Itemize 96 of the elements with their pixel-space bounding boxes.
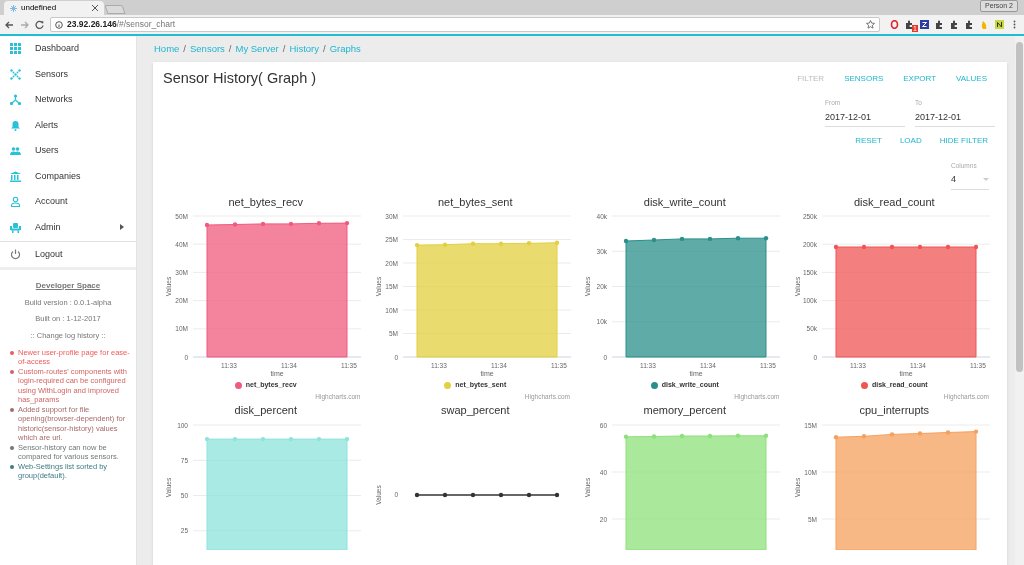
data-point bbox=[973, 428, 978, 434]
flame-icon bbox=[980, 20, 989, 29]
data-point bbox=[344, 220, 350, 225]
data-point bbox=[679, 236, 685, 241]
data-point bbox=[232, 221, 238, 227]
breadcrumb-separator: / bbox=[228, 41, 232, 56]
data-point bbox=[316, 220, 322, 225]
scrollbar[interactable] bbox=[1015, 36, 1024, 565]
chart-title: net_bytes_recv bbox=[227, 194, 305, 209]
chart-title: memory_percent bbox=[642, 402, 727, 417]
power-icon bbox=[10, 249, 21, 260]
address-bar[interactable]: 23.92.26.146/#/sensor_chart bbox=[50, 17, 880, 32]
data-point bbox=[679, 433, 685, 438]
sidebar-item[interactable]: Alerts bbox=[0, 112, 136, 138]
chart-title: disk_write_count bbox=[642, 194, 727, 209]
data-point bbox=[554, 240, 559, 245]
sidebar-item[interactable]: Companies bbox=[0, 163, 136, 189]
bank-icon bbox=[10, 170, 21, 182]
data-point bbox=[917, 430, 922, 436]
browser-tab[interactable]: undefined bbox=[4, 1, 104, 15]
page-title: Sensor History( Graph ) bbox=[163, 69, 317, 89]
breadcrumb-separator: / bbox=[323, 41, 326, 56]
data-point bbox=[651, 237, 657, 242]
data-point bbox=[651, 433, 657, 439]
breadcrumb-separator: / bbox=[282, 41, 286, 56]
sidebar-item[interactable]: Account bbox=[0, 189, 136, 215]
data-point bbox=[204, 222, 210, 227]
chart-title: net_bytes_sent bbox=[436, 194, 514, 209]
data-point bbox=[288, 436, 294, 441]
square-z-icon bbox=[920, 20, 929, 29]
close-icon bbox=[92, 5, 98, 11]
data-point bbox=[763, 433, 769, 438]
data-point bbox=[232, 436, 238, 441]
data-point bbox=[260, 221, 266, 226]
data-point bbox=[861, 244, 866, 249]
data-point bbox=[442, 242, 447, 247]
puzzle-icon bbox=[905, 20, 914, 29]
new-tab-button[interactable] bbox=[104, 5, 126, 14]
data-point bbox=[260, 436, 266, 441]
network-icon bbox=[10, 94, 21, 106]
puzzle-icon bbox=[965, 20, 974, 29]
data-point bbox=[316, 436, 322, 441]
data-point bbox=[288, 221, 294, 226]
data-point bbox=[498, 241, 503, 246]
sidebar-item[interactable]: Admin bbox=[0, 214, 136, 240]
data-point bbox=[945, 429, 950, 435]
puzzle-icon bbox=[935, 20, 944, 29]
reload-icon bbox=[35, 20, 44, 29]
data-point bbox=[707, 433, 713, 438]
data-point bbox=[526, 240, 531, 245]
chart-title: cpu_interrupts bbox=[858, 402, 931, 417]
back-icon bbox=[5, 20, 14, 29]
data-point bbox=[470, 241, 475, 246]
data-point bbox=[204, 436, 210, 441]
chart-title: swap_percent bbox=[440, 402, 511, 417]
data-point bbox=[889, 244, 894, 249]
breadcrumb-separator: / bbox=[183, 41, 186, 56]
users-icon bbox=[10, 145, 21, 157]
o-ring-icon bbox=[890, 20, 899, 29]
forward-icon bbox=[20, 20, 29, 29]
dots-icon bbox=[10, 68, 21, 80]
puzzle-icon bbox=[950, 20, 959, 29]
data-point bbox=[414, 242, 419, 247]
chart-title: disk_read_count bbox=[852, 194, 936, 209]
address-text: 23.92.26.146/#/sensor_chart bbox=[67, 18, 176, 31]
section-heading: Developer Space bbox=[35, 280, 101, 292]
data-point bbox=[623, 238, 629, 243]
snowflake-icon bbox=[10, 4, 17, 12]
data-point bbox=[707, 236, 713, 241]
sidebar-item[interactable]: Dashboard bbox=[0, 36, 136, 62]
data-point bbox=[833, 434, 838, 439]
data-point bbox=[833, 244, 838, 249]
data-point bbox=[889, 431, 894, 437]
sidebar-item[interactable]: Networks bbox=[0, 87, 136, 113]
data-point bbox=[861, 433, 866, 438]
bell-icon bbox=[10, 119, 21, 131]
data-point bbox=[973, 244, 978, 249]
grid-icon bbox=[10, 43, 21, 55]
data-point bbox=[623, 434, 629, 439]
person-icon bbox=[10, 196, 21, 208]
data-point bbox=[735, 433, 741, 438]
data-point bbox=[344, 436, 350, 441]
chair-icon bbox=[10, 221, 21, 233]
star-icon bbox=[866, 20, 875, 29]
sidebar-item[interactable]: Sensors bbox=[0, 61, 136, 87]
data-point bbox=[735, 235, 741, 240]
data-point bbox=[763, 235, 769, 240]
sidebar-item[interactable]: Users bbox=[0, 138, 136, 164]
dropdown-caret-icon bbox=[983, 178, 989, 182]
logout-item[interactable]: Logout bbox=[0, 242, 136, 267]
data-point bbox=[945, 244, 950, 249]
square-n-icon bbox=[995, 20, 1004, 29]
info-icon bbox=[55, 20, 63, 29]
data-point bbox=[917, 244, 922, 249]
more-icon bbox=[1013, 20, 1016, 29]
chart-title: disk_percent bbox=[233, 402, 298, 417]
